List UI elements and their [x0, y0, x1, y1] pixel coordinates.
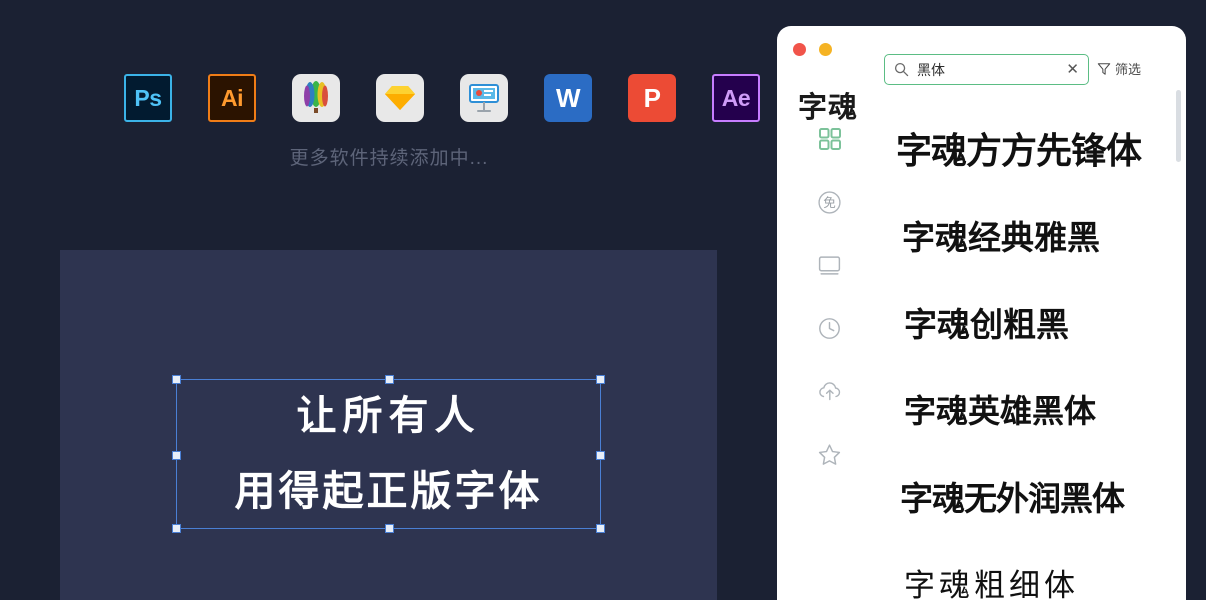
sidebar-item-free[interactable]: 免 — [817, 189, 843, 215]
font-list-scrollbar[interactable] — [1176, 90, 1181, 162]
font-list-item[interactable]: 字魂英雄黑体 — [882, 365, 1186, 452]
cloud-upload-icon — [818, 382, 840, 401]
font-list[interactable]: 字魂方方先锋体 字魂经典雅黑 字魂创粗黑 字魂英雄黑体 字魂无外润黑体 字魂粗细… — [882, 104, 1186, 600]
search-icon — [894, 62, 909, 77]
presentation-icon — [469, 84, 499, 112]
svg-text:免: 免 — [823, 195, 836, 210]
filter-button[interactable]: 筛选 — [1097, 59, 1141, 78]
grid-icon — [818, 128, 841, 150]
search-input[interactable]: 黑体 — [917, 60, 1066, 80]
app-icon-powerpoint[interactable]: P — [628, 74, 676, 122]
more-software-text: 更多软件持续添加中... — [289, 148, 489, 169]
app-icon-photoshop-label: Ps — [134, 84, 162, 111]
monitor-icon — [818, 255, 841, 275]
close-button[interactable] — [793, 43, 806, 56]
font-list-item[interactable]: 字魂无外润黑体 — [882, 452, 1186, 539]
clear-search-icon[interactable]: ✕ — [1066, 62, 1079, 77]
search-box[interactable]: 黑体 ✕ — [884, 54, 1089, 85]
font-list-item[interactable]: 字魂方方先锋体 — [882, 104, 1186, 191]
clock-icon — [819, 317, 840, 339]
app-icon-after-effects[interactable]: Ae — [712, 74, 760, 122]
app-icon-illustrator-label: Ai — [221, 84, 244, 111]
minimize-button[interactable] — [819, 43, 832, 56]
text-selection-box[interactable] — [172, 375, 605, 533]
app-icon-keynote[interactable] — [460, 74, 508, 122]
app-logo: 字魂 — [798, 90, 859, 124]
app-icon-word-label: W — [555, 82, 581, 113]
sidebar-item-grid[interactable] — [817, 126, 843, 152]
sidebar-nav: 免 — [777, 126, 882, 467]
selection-handle-bottom-right[interactable] — [596, 524, 605, 533]
font-manager-window: 字魂 黑体 ✕ 筛选 免 字魂方方先锋体 字魂经典雅黑 字魂创粗黑 字魂英雄黑体… — [777, 26, 1186, 600]
selection-handle-top-right[interactable] — [596, 375, 605, 384]
app-icon-coreldraw[interactable] — [292, 74, 340, 122]
sidebar-item-display[interactable] — [817, 252, 843, 278]
sidebar-item-recent[interactable] — [817, 315, 843, 341]
font-list-item[interactable]: 字魂创粗黑 — [882, 278, 1186, 365]
window-controls — [793, 43, 832, 56]
font-list-item[interactable]: 字魂粗细体 — [882, 539, 1186, 600]
screen: Ps Ai W P Ae 更多软件持续添加中... 让所有人 用得起正版字体 字… — [0, 0, 1206, 600]
app-icon-photoshop[interactable]: Ps — [124, 74, 172, 122]
font-list-item[interactable]: 字魂经典雅黑 — [882, 191, 1186, 278]
selection-handle-middle-right[interactable] — [596, 451, 605, 460]
selection-handle-bottom-center[interactable] — [385, 524, 394, 533]
selection-handle-top-center[interactable] — [385, 375, 394, 384]
selection-handle-top-left[interactable] — [172, 375, 181, 384]
selection-handle-middle-left[interactable] — [172, 451, 181, 460]
app-icon-illustrator[interactable]: Ai — [208, 74, 256, 122]
sidebar-item-favorite[interactable] — [817, 441, 843, 467]
sidebar-item-cloud-upload[interactable] — [817, 378, 843, 404]
app-icon-after-effects-label: Ae — [721, 84, 751, 111]
diamond-icon — [385, 86, 415, 110]
star-icon — [818, 443, 841, 465]
balloon-icon — [304, 81, 328, 113]
app-icon-powerpoint-label: P — [643, 82, 661, 113]
funnel-icon — [1097, 62, 1111, 75]
free-badge-icon: 免 — [818, 190, 841, 214]
supported-apps-row: Ps Ai W P Ae — [124, 74, 760, 122]
app-icon-word[interactable]: W — [544, 74, 592, 122]
filter-label: 筛选 — [1115, 63, 1142, 78]
selection-handle-bottom-left[interactable] — [172, 524, 181, 533]
app-icon-sketch[interactable] — [376, 74, 424, 122]
